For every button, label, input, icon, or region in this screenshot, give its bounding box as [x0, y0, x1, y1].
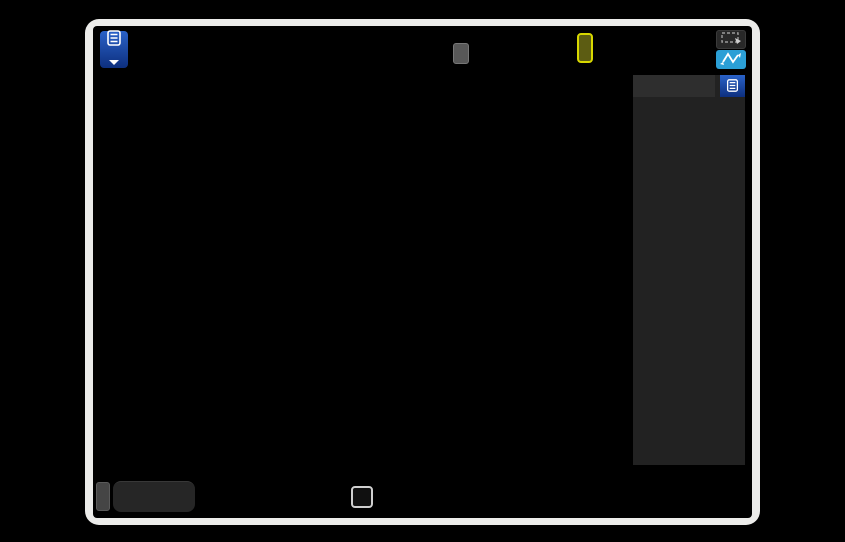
scope-screen: [93, 26, 752, 518]
cursor-mode-softkey[interactable]: [113, 481, 195, 512]
panel-menu-icon: [726, 77, 739, 96]
measurements-panel: [633, 75, 745, 465]
measurements-panel-header[interactable]: [633, 75, 715, 97]
panel-menu-button[interactable]: [720, 75, 745, 97]
cursor-hint-message: [351, 486, 373, 508]
menu-back-button[interactable]: [96, 482, 110, 511]
oscilloscope-display: [0, 0, 845, 542]
